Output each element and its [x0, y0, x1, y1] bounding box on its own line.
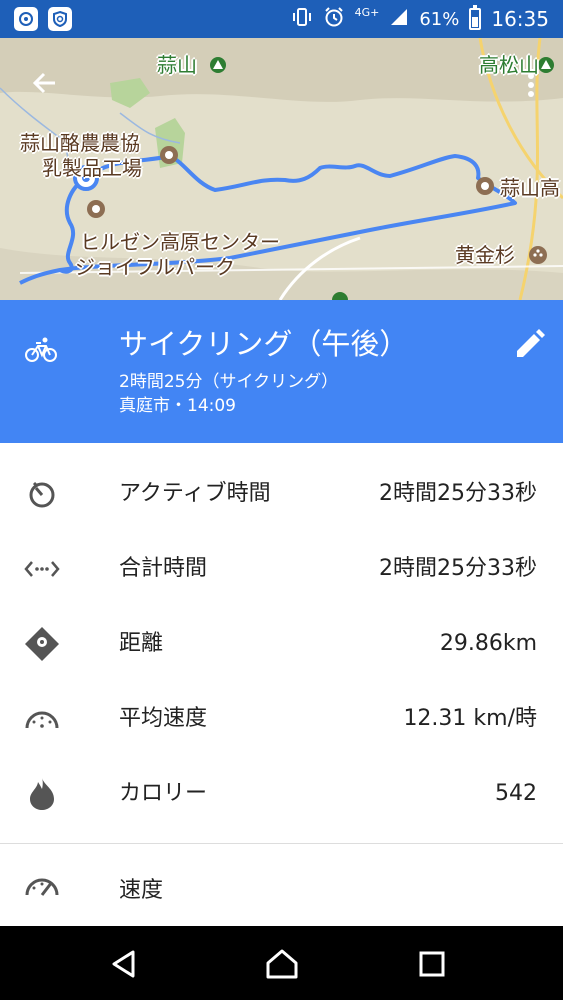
map-label-hiruzen-high: 蒜山高 [500, 176, 560, 200]
stat-label: カロリー [119, 781, 208, 806]
more-vert-icon [528, 73, 534, 97]
distance-icon [24, 626, 60, 662]
map-label-kogane: 黄金杉 [455, 243, 515, 267]
route-map[interactable]: 蒜山 高松山 蒜山酪農農協 乳製品工場 蒜山高 黄金杉 ヒルゼン高原センター ジ… [0, 38, 563, 300]
flame-icon [24, 776, 60, 812]
security-notification-icon [48, 7, 72, 31]
timer-icon [24, 476, 60, 512]
stat-row-calories: カロリー 542 [0, 756, 563, 831]
stats-list: アクティブ時間 2時間25分33秒 合計時間 2時間25分33秒 距離 29.8… [0, 456, 563, 831]
stat-label: 距離 [119, 631, 164, 656]
speed-section-header[interactable]: 速度 [0, 855, 563, 927]
battery-percent: 61% [419, 8, 460, 30]
stat-row-avg-speed: 平均速度 12.31 km/時 [0, 681, 563, 756]
bike-icon [24, 336, 58, 368]
edit-pencil-icon [517, 329, 545, 357]
nav-back-button[interactable] [104, 944, 144, 984]
home-icon [266, 949, 298, 979]
arrow-back-icon [32, 72, 55, 94]
edit-button[interactable] [512, 328, 546, 362]
total-time-icon [24, 551, 60, 587]
speedometer-icon [24, 701, 60, 737]
vibrate-icon [291, 6, 313, 33]
system-nav-bar [0, 926, 563, 1000]
clock: 16:35 [491, 7, 549, 31]
stat-value: 29.86km [439, 631, 537, 656]
stat-row-active-time: アクティブ時間 2時間25分33秒 [0, 456, 563, 531]
signal-icon [389, 7, 409, 32]
stat-label: 平均速度 [119, 706, 208, 731]
alarm-icon [323, 6, 345, 33]
recents-square-icon [419, 951, 445, 977]
stat-value: 12.31 km/時 [403, 706, 537, 731]
map-label-joyful-park: ジョイフルパーク [75, 255, 235, 279]
status-bar: 4G+ 61% 16:35 [0, 0, 563, 38]
stat-value: 542 [495, 781, 537, 806]
stat-row-distance: 距離 29.86km [0, 606, 563, 681]
stat-value: 2時間25分33秒 [379, 556, 537, 581]
battery-icon [469, 5, 482, 30]
activity-header: サイクリング（午後） 2時間25分（サイクリング） 真庭市・14:09 [0, 300, 563, 443]
map-label-hiruzen-center: ヒルゼン高原センター [80, 230, 280, 254]
triangle-back-icon [112, 950, 135, 978]
network-type: 4G+ [354, 5, 380, 19]
map-label-dairy-2: 乳製品工場 [42, 156, 142, 180]
stat-label: 合計時間 [119, 556, 208, 581]
speed-gauge-icon [24, 873, 60, 909]
app-notification-icon [14, 7, 38, 31]
activity-duration: 2時間25分（サイクリング） [119, 372, 339, 392]
stat-row-total-time: 合計時間 2時間25分33秒 [0, 531, 563, 606]
activity-location-time: 真庭市・14:09 [119, 396, 236, 416]
nav-recents-button[interactable] [412, 944, 452, 984]
speed-section-label: 速度 [119, 878, 164, 903]
map-label-mt-hiruzen: 蒜山 [157, 53, 197, 77]
nav-home-button[interactable] [262, 944, 302, 984]
more-options-button[interactable] [523, 70, 539, 100]
activity-title: サイクリング（午後） [119, 327, 409, 361]
stat-label: アクティブ時間 [119, 481, 271, 506]
map-label-dairy: 蒜山酪農農協 [20, 131, 140, 155]
back-button[interactable] [28, 66, 62, 100]
section-divider [0, 843, 563, 844]
stat-value: 2時間25分33秒 [379, 481, 537, 506]
